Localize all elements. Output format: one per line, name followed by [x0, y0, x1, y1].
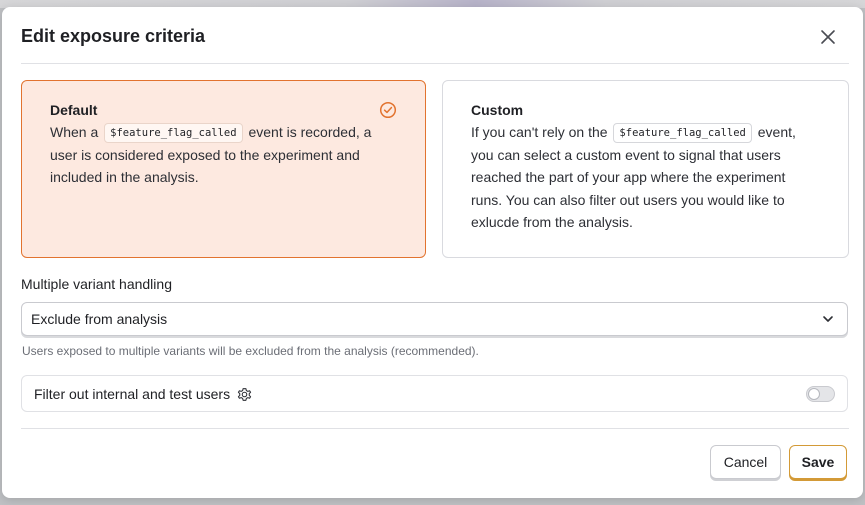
- event-code-chip: $feature_flag_called: [613, 123, 752, 143]
- header-divider: [21, 63, 849, 64]
- desc-emphasis: exposed: [167, 146, 221, 163]
- gear-icon[interactable]: [236, 386, 253, 403]
- filter-internal-users-label: Filter out internal and test users: [34, 385, 231, 402]
- modal-title: Edit exposure criteria: [21, 26, 206, 46]
- variant-handling-select[interactable]: Exclude from analysis: [21, 302, 848, 336]
- chevron-down-icon: [823, 316, 833, 322]
- edit-exposure-modal: Edit exposure criteria Default When a $f…: [2, 7, 863, 498]
- toggle-knob: [808, 388, 820, 400]
- option-title-custom: Custom: [471, 102, 524, 118]
- filter-internal-users-row: Filter out internal and test users: [21, 375, 848, 412]
- option-card-custom[interactable]: Custom If you can't rely on the $feature…: [442, 80, 849, 258]
- variant-handling-label: Multiple variant handling: [21, 276, 172, 292]
- check-circle-icon: [379, 101, 397, 119]
- variant-handling-value: Exclude from analysis: [31, 311, 168, 327]
- option-description-default: When a $feature_flag_called event is rec…: [50, 121, 397, 189]
- filter-internal-users-toggle[interactable]: [806, 386, 835, 402]
- desc-text: If you can't rely on the: [471, 124, 608, 140]
- close-button[interactable]: [814, 23, 842, 51]
- close-icon: [821, 30, 835, 44]
- option-description-custom: If you can't rely on the $feature_flag_c…: [471, 121, 820, 234]
- variant-handling-help: Users exposed to multiple variants will …: [22, 344, 479, 358]
- cancel-button[interactable]: Cancel: [710, 445, 781, 479]
- save-button[interactable]: Save: [789, 445, 847, 479]
- option-card-default[interactable]: Default When a $feature_flag_called even…: [21, 80, 426, 258]
- desc-text: When a: [50, 124, 99, 140]
- footer-divider: [21, 428, 849, 429]
- event-code-chip: $feature_flag_called: [104, 123, 243, 143]
- option-title-default: Default: [50, 102, 98, 118]
